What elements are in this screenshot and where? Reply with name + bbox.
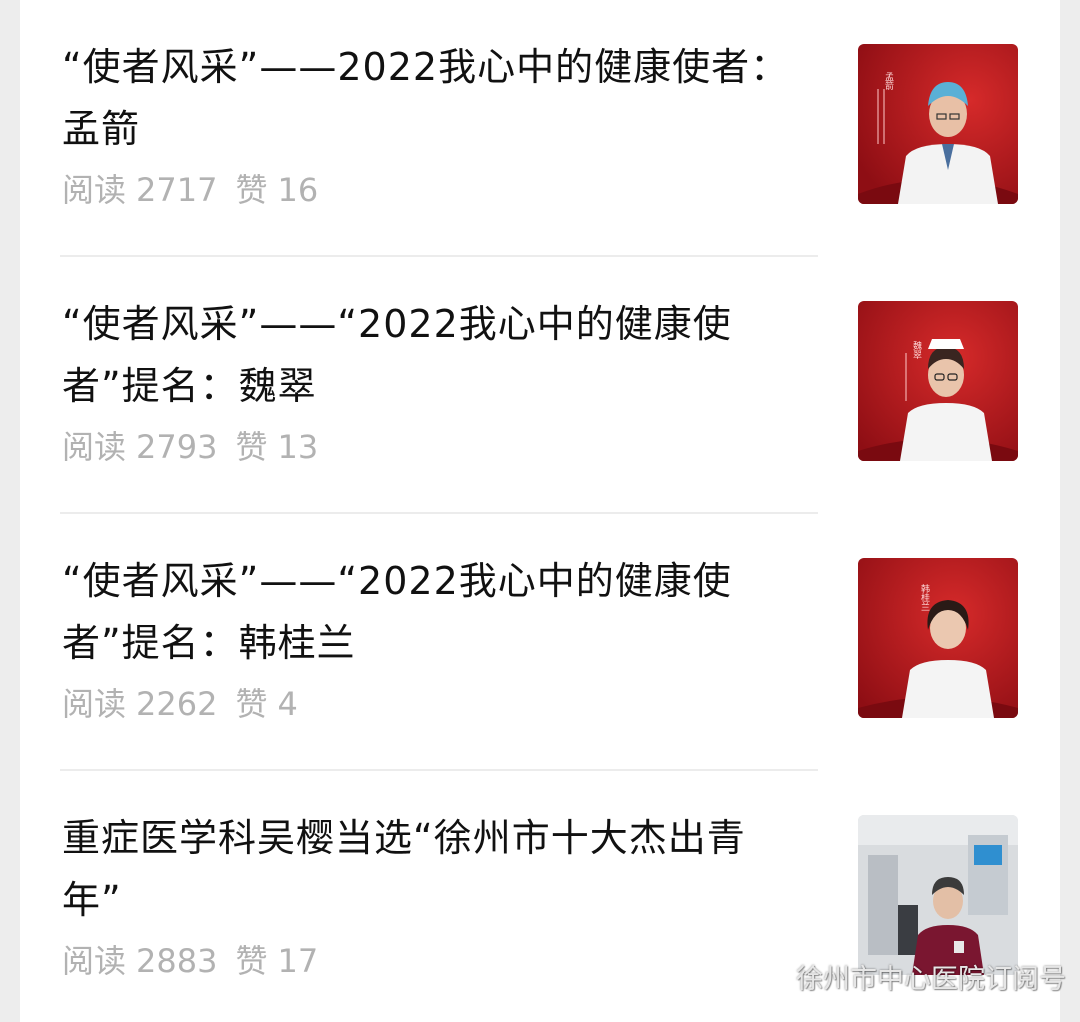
article-thumbnail[interactable]: 孟箭: [858, 44, 1018, 204]
article-title[interactable]: 重症医学科吴樱当选“徐州市十大杰出青年”: [62, 807, 802, 931]
article-title[interactable]: “使者风采”——“2022我心中的健康使者”提名：魏翠: [62, 293, 802, 417]
read-label: 阅读: [62, 428, 127, 466]
like-count: 13: [277, 428, 319, 466]
article-meta: 阅读 2262 赞 4: [62, 682, 298, 726]
like-label: 赞: [235, 685, 268, 723]
like-count: 16: [277, 171, 319, 209]
article-title[interactable]: “使者风采”——2022我心中的健康使者：孟箭: [62, 36, 802, 160]
read-label: 阅读: [62, 171, 127, 209]
like-label: 赞: [235, 171, 268, 209]
article-list-page: “使者风采”——2022我心中的健康使者：孟箭 阅读2717赞16 孟箭: [0, 0, 1080, 1022]
article-item[interactable]: “使者风采”——2022我心中的健康使者：孟箭 阅读 2717 赞 16 孟箭: [60, 0, 1018, 257]
like-count: 17: [277, 942, 319, 980]
read-count: 2883: [136, 942, 218, 980]
wechat-icon: [747, 959, 789, 991]
thumbnail-caption: 韩桂兰: [919, 583, 930, 611]
read-label: 阅读: [62, 685, 127, 723]
thumbnail-caption: 孟箭: [883, 72, 894, 91]
read-count: 2262: [136, 685, 218, 723]
article-meta: 阅读 2717 赞 16: [62, 168, 318, 212]
article-thumbnail[interactable]: 魏翠: [858, 301, 1018, 461]
like-label: 赞: [235, 428, 268, 466]
thumbnail-caption: 魏翠: [911, 340, 922, 359]
like-count: 4: [277, 685, 298, 723]
watermark-text: 徐州市中心医院订阅号: [796, 963, 1066, 995]
article-item[interactable]: “使者风采”——“2022我心中的健康使者”提名：韩桂兰 阅读 2262 赞 4 韩桂…: [60, 514, 1018, 771]
article-meta: 阅读 2793 赞 13: [62, 425, 318, 469]
account-watermark: 徐州市中心医院订阅号: [746, 956, 1066, 996]
article-thumbnail[interactable]: 韩桂兰: [858, 558, 1018, 718]
read-count: 2717: [136, 171, 218, 209]
article-thumbnail[interactable]: [858, 815, 1018, 975]
read-count: 2793: [136, 428, 218, 466]
read-label: 阅读: [62, 942, 127, 980]
like-label: 赞: [235, 942, 268, 980]
article-item[interactable]: “使者风采”——“2022我心中的健康使者”提名：魏翠 阅读 2793 赞 13 魏翠: [60, 257, 1018, 514]
article-meta: 阅读 2883 赞 17: [62, 939, 318, 983]
article-list: “使者风采”——2022我心中的健康使者：孟箭 阅读2717赞16 孟箭: [20, 0, 1066, 1022]
article-title[interactable]: “使者风采”——“2022我心中的健康使者”提名：韩桂兰: [62, 550, 802, 674]
